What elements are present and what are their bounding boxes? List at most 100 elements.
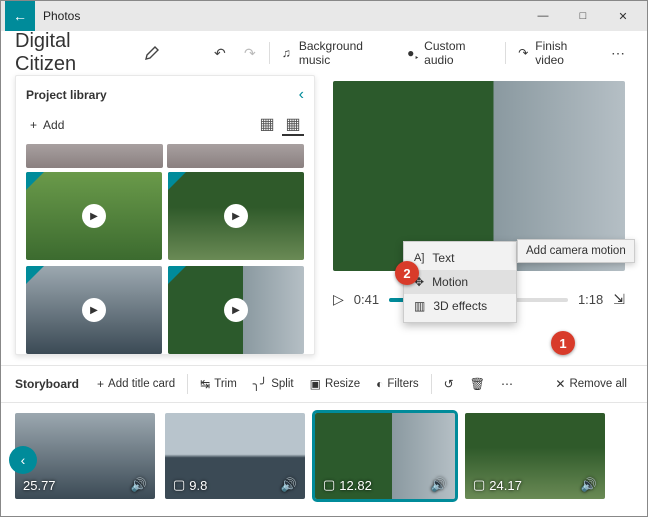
add-title-card-button[interactable]: + Add title card [91,370,181,398]
delete-button[interactable]: 🗑 [464,370,491,398]
current-time: 0:41 [354,292,379,307]
header-bar: Digital Citizen ↶ ↷ ♫ Background music ●… [1,31,647,75]
split-icon: ╮╯ [253,377,267,391]
add-label: Add [43,118,64,132]
finish-video-button[interactable]: ↷ Finish video [510,37,603,69]
filters-button[interactable]: ◐ Filters [370,370,425,398]
scroll-left-button[interactable]: ‹ [9,446,37,474]
storyboard-clip[interactable]: ▢24.17 🔊 [465,413,605,499]
storyboard-clip[interactable]: ▢12.82 🔊 [315,413,455,499]
close-icon: ✕ [555,377,565,391]
more-button[interactable]: ⋯ [603,37,633,69]
volume-icon: 🔊 [281,477,297,493]
custom-audio-label: Custom audio [424,39,493,67]
library-thumb[interactable]: ▶ [26,266,162,354]
resize-label: Resize [325,378,360,390]
clip-duration: 25.77 [23,478,56,493]
library-card: Project library ‹ + Add ▦ ▦ [15,75,315,355]
volume-icon: 🔊 [431,477,447,493]
redo-button[interactable]: ↷ [235,37,265,69]
clip-context-menu: A] Text ✥ Motion ▥ 3D effects [403,241,517,323]
bg-music-label: Background music [299,39,391,67]
storyboard-toolbar: Storyboard + Add title card ↹ Trim ╮╯ Split… [1,365,647,403]
project-title: Digital Citizen [15,30,130,76]
close-button[interactable]: ✕ [603,1,643,31]
background-music-button[interactable]: ♫ Background music [274,37,399,69]
rotate-button[interactable]: ↺ [438,370,460,398]
add-media-button[interactable]: + Add [26,114,68,136]
split-button[interactable]: ╮╯ Split [247,370,300,398]
annotation-badge-2: 2 [395,261,419,285]
back-button[interactable]: ← [5,1,35,31]
library-thumb-strip[interactable] [26,144,163,168]
used-marker-icon [26,266,44,284]
play-overlay-icon: ▶ [82,204,106,228]
storyboard-label: Storyboard [15,377,79,391]
export-icon: ↷ [518,46,531,60]
split-label: Split [271,378,293,390]
custom-audio-button[interactable]: ●‣ Custom audio [399,37,501,69]
box-icon: ▢ [323,477,335,493]
menu-item-motion[interactable]: ✥ Motion [404,270,516,294]
collapse-library-button[interactable]: ‹ [299,86,304,104]
used-marker-icon [168,266,186,284]
maximize-button[interactable]: □ [563,1,603,31]
plus-icon: + [30,118,37,132]
library-thumb-strip[interactable] [167,144,304,168]
grid-small-view-button[interactable]: ▦ [256,114,278,136]
resize-button[interactable]: ▣ Resize [304,370,367,398]
menu-motion-label: Motion [432,275,468,289]
library-thumb[interactable]: ▶ [26,172,162,260]
cube-icon: ▥ [414,299,425,313]
clip-more-button[interactable]: ⋯ [495,370,519,398]
clip-duration: ▢9.8 [173,477,207,493]
grid-large-view-button[interactable]: ▦ [282,114,304,136]
used-marker-icon [26,172,44,190]
text-icon: A] [414,252,424,264]
trash-icon: 🗑 [470,377,485,391]
title-bar: ← Photos ― □ ✕ [1,1,647,31]
library-thumb[interactable]: ▶ [168,172,304,260]
play-overlay-icon: ▶ [82,298,106,322]
project-library-panel: Project library ‹ + Add ▦ ▦ [1,75,315,365]
minimize-button[interactable]: ― [523,1,563,31]
trim-button[interactable]: ↹ Trim [194,370,243,398]
edit-title-button[interactable] [138,37,168,69]
menu-text-label: Text [432,251,454,265]
menu-item-text[interactable]: A] Text [404,246,516,270]
box-icon: ▢ [473,477,485,493]
play-overlay-icon: ▶ [224,298,248,322]
finish-label: Finish video [535,39,595,67]
menu-effects-label: 3D effects [433,299,487,313]
play-button[interactable]: ▷ [333,291,344,308]
ellipsis-icon: ⋯ [501,377,513,391]
annotation-badge-1: 1 [551,331,575,355]
trim-label: Trim [214,378,237,390]
app-title: Photos [43,9,80,23]
add-title-card-label: Add title card [108,378,175,390]
fullscreen-button[interactable]: ⇲ [613,291,625,308]
remove-all-button[interactable]: ✕ Remove all [549,370,633,398]
library-title: Project library [26,88,107,102]
box-icon: ▢ [173,477,185,493]
clip-duration: ▢12.82 [323,477,372,493]
trim-icon: ↹ [200,377,210,391]
pencil-icon [144,45,160,61]
storyboard-clip[interactable]: ▢9.8 🔊 [165,413,305,499]
library-thumb[interactable]: ▶ [168,266,304,354]
filters-label: Filters [387,378,418,390]
filters-icon: ◐ [376,377,383,391]
menu-item-3d-effects[interactable]: ▥ 3D effects [404,294,516,318]
total-time: 1:18 [578,292,603,307]
clip-duration: ▢24.17 [473,477,522,493]
rotate-icon: ↺ [444,377,454,391]
resize-icon: ▣ [310,377,321,391]
undo-button[interactable]: ↶ [205,37,235,69]
plus-icon: + [97,377,104,391]
play-overlay-icon: ▶ [224,204,248,228]
music-icon: ♫ [282,46,295,60]
remove-all-label: Remove all [569,378,627,390]
main-area: Project library ‹ + Add ▦ ▦ [1,75,647,365]
storyboard-strip: ‹ 25.77 🔊 ▢9.8 🔊 ▢12.82 🔊 ▢24.17 🔊 [1,403,647,517]
volume-icon: 🔊 [581,477,597,493]
